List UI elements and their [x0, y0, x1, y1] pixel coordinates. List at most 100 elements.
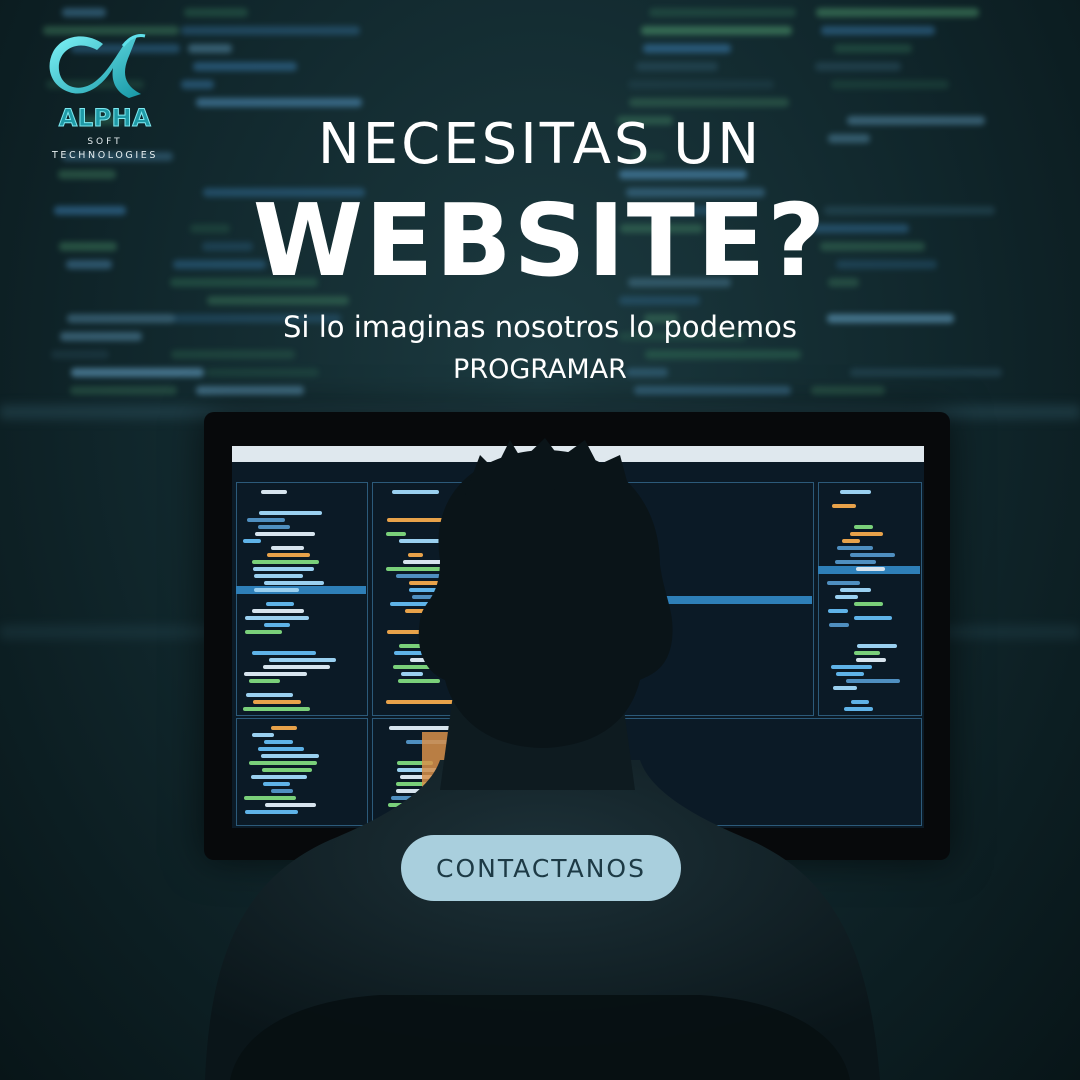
editor-code-line — [845, 679, 900, 683]
editor-code-line — [832, 504, 856, 508]
editor-code-line — [401, 672, 424, 676]
headline-line-2: WEBSITE? — [252, 182, 828, 299]
editor-code-line — [252, 733, 274, 737]
editor-code-line — [828, 609, 848, 613]
editor-code-line — [245, 630, 282, 634]
editor-code-line — [850, 700, 870, 704]
editor-code-line — [255, 532, 316, 536]
editor-code-line — [385, 700, 522, 704]
alpha-symbol-icon — [49, 34, 146, 98]
background-code-line — [193, 62, 297, 71]
editor-code-line — [245, 616, 309, 620]
monitor-screen-code — [232, 446, 924, 828]
editor-title-bar — [232, 446, 924, 462]
editor-code-line — [242, 707, 311, 711]
editor-code-line — [409, 588, 522, 592]
editor-code-line — [395, 574, 533, 578]
background-code-line — [814, 62, 902, 71]
editor-code-line — [856, 644, 898, 648]
editor-code-line — [841, 539, 860, 543]
editor-code-line — [399, 539, 531, 543]
editor-code-line — [246, 518, 286, 522]
editor-code-line — [251, 775, 308, 779]
editor-code-line — [246, 693, 294, 697]
editor-code-line — [260, 490, 288, 494]
editor-code-line — [829, 623, 849, 627]
computer-monitor — [204, 412, 950, 860]
ad-canvas: ALPHA SOFT TECHNOLOGIES NECESITAS UN WEB… — [0, 0, 1080, 1080]
editor-code-line — [271, 546, 304, 550]
editor-code-line — [850, 553, 896, 557]
editor-code-line — [408, 553, 424, 557]
editor-code-line — [399, 644, 466, 648]
background-code-line — [821, 26, 936, 35]
editor-code-line — [251, 609, 305, 613]
editor-code-line — [391, 490, 439, 494]
editor-code-line — [270, 726, 298, 730]
background-code-line — [643, 44, 732, 53]
background-code-line — [633, 386, 791, 395]
editor-code-line — [263, 623, 291, 627]
editor-code-line — [266, 602, 295, 606]
editor-code-line — [265, 803, 316, 807]
editor-code-line — [853, 616, 892, 620]
editor-code-line — [254, 588, 300, 592]
background-code-line — [196, 98, 363, 107]
editor-code-line — [386, 567, 492, 571]
background-code-line — [184, 8, 248, 17]
editor-code-line — [388, 726, 618, 730]
headline-line-1: NECESITAS UN — [317, 112, 763, 177]
editor-code-line — [397, 817, 426, 821]
background-code-line — [62, 8, 107, 17]
editor-code-line — [243, 539, 261, 543]
editor-code-line — [249, 679, 281, 683]
editor-code-line — [263, 665, 330, 669]
editor-highlight-line — [652, 596, 812, 604]
editor-code-line — [263, 581, 324, 585]
editor-code-line — [397, 679, 441, 683]
background-code-line — [69, 386, 177, 395]
editor-code-line — [264, 740, 293, 744]
editor-code-line — [839, 490, 871, 494]
editor-code-line — [403, 560, 520, 564]
editor-code-line — [268, 658, 336, 662]
editor-code-line — [390, 602, 469, 606]
subheadline-line-2: PROGRAMAR — [453, 354, 627, 385]
editor-code-line — [836, 672, 865, 676]
editor-code-line — [856, 567, 886, 571]
editor-selection-block — [422, 732, 462, 792]
contact-button[interactable]: CONTACTANOS — [401, 835, 681, 901]
editor-code-line — [853, 602, 883, 606]
background-code-line — [810, 386, 886, 395]
editor-code-line — [834, 595, 859, 599]
background-code-line — [834, 44, 913, 53]
background-code-line — [180, 80, 215, 89]
background-code-line — [641, 26, 793, 35]
background-code-line — [196, 386, 305, 395]
editor-code-line — [253, 574, 304, 578]
editor-code-line — [260, 754, 319, 758]
editor-code-line — [252, 700, 301, 704]
editor-code-line — [385, 532, 406, 536]
editor-code-line — [253, 567, 315, 571]
editor-code-line — [244, 810, 299, 814]
editor-code-line — [410, 658, 463, 662]
background-code-line — [816, 8, 979, 17]
editor-code-line — [835, 560, 877, 564]
background-code-line — [628, 98, 790, 107]
editor-code-line — [252, 560, 320, 564]
editor-code-line — [262, 782, 290, 786]
editor-code-line — [408, 581, 551, 585]
editor-code-line — [387, 803, 493, 807]
editor-code-line — [270, 789, 293, 793]
editor-code-line — [404, 810, 566, 814]
editor-code-line — [259, 511, 322, 515]
editor-code-line — [854, 525, 874, 529]
background-code-line — [187, 44, 232, 53]
editor-code-line — [252, 651, 316, 655]
editor-code-line — [386, 630, 550, 634]
editor-code-line — [839, 588, 871, 592]
subheadline-line-1: Si lo imaginas nosotros lo podemos — [283, 310, 797, 344]
editor-code-line — [393, 651, 502, 655]
background-code-line — [648, 8, 796, 17]
